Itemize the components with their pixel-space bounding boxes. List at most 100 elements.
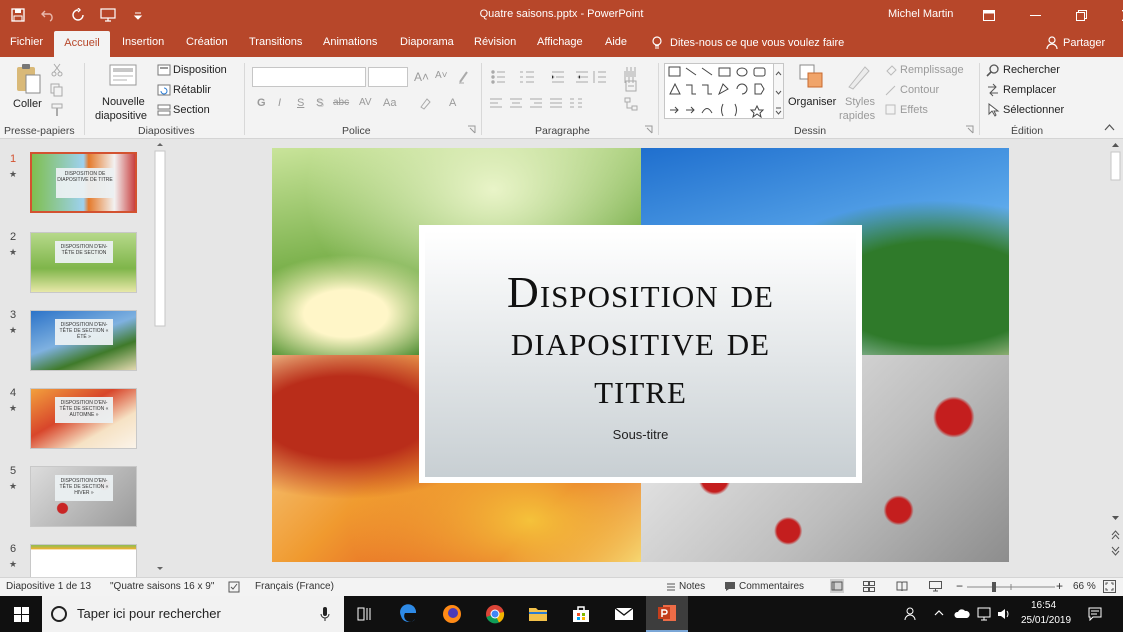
shape-effects-button[interactable]: Effets	[900, 104, 928, 116]
dialog-launcher-icon[interactable]	[965, 125, 974, 134]
tab-transitions[interactable]: Transitions	[249, 36, 302, 48]
tab-animations[interactable]: Animations	[323, 36, 377, 48]
start-button[interactable]	[0, 596, 42, 632]
change-case-button[interactable]: Aa	[383, 97, 396, 109]
reading-view-icon[interactable]	[896, 581, 908, 592]
arrange-button[interactable]: Organiser	[788, 61, 836, 123]
tab-diaporama[interactable]: Diaporama	[400, 36, 454, 48]
grow-font-icon[interactable]: A˄	[414, 70, 429, 84]
zoom-level[interactable]: 66 %	[1073, 581, 1096, 592]
task-view-button[interactable]	[344, 596, 386, 632]
replace-button[interactable]: Remplacer	[1003, 84, 1056, 96]
slide-canvas[interactable]: Disposition de diapositive de titre Sous…	[272, 148, 1009, 562]
shape-fill-button[interactable]: Remplissage	[900, 64, 964, 76]
minimize-icon[interactable]	[1012, 0, 1058, 31]
clock-date[interactable]: 25/01/2019	[1021, 615, 1071, 626]
language-indicator[interactable]: Français (France)	[255, 581, 334, 592]
clock-time[interactable]: 16:54	[1031, 600, 1056, 611]
zoom-in-button[interactable]: +	[1056, 579, 1063, 593]
italic-button[interactable]: I	[278, 97, 281, 109]
cut-icon[interactable]	[50, 63, 64, 77]
firefox-app[interactable]	[431, 596, 473, 632]
dialog-launcher-icon[interactable]	[467, 125, 476, 134]
gallery-scroll-icon[interactable]	[773, 63, 784, 119]
dialog-launcher-icon[interactable]	[644, 125, 653, 134]
shapes-gallery[interactable]	[664, 63, 784, 119]
share-button[interactable]: Partager	[1046, 36, 1105, 49]
paste-button[interactable]: Coller	[10, 61, 46, 121]
new-slide-button[interactable]: Nouvelle diapositive	[95, 61, 148, 123]
slide-sorter-icon[interactable]	[863, 581, 875, 592]
select-button[interactable]: Sélectionner	[1003, 104, 1064, 116]
format-painter-icon[interactable]	[50, 103, 64, 117]
notifications-icon[interactable]	[1088, 607, 1102, 621]
align-text-icon[interactable]	[624, 79, 638, 93]
chevron-up-icon[interactable]	[934, 609, 944, 617]
tab-accueil[interactable]: Accueil	[54, 31, 110, 57]
close-icon[interactable]	[1104, 0, 1123, 31]
list-buttons-icons[interactable]	[490, 69, 640, 85]
people-icon[interactable]	[903, 607, 917, 621]
slide-thumbnail-3[interactable]: DISPOSITION D'EN-TÊTE DE SECTION « ÉTÉ »	[30, 310, 137, 371]
reset-button[interactable]: Rétablir	[173, 84, 211, 96]
save-icon[interactable]	[10, 7, 26, 23]
shape-outline-button[interactable]: Contour	[900, 84, 939, 96]
copy-icon[interactable]	[50, 83, 64, 97]
fit-to-window-icon[interactable]	[1103, 580, 1116, 593]
clear-format-icon[interactable]	[457, 70, 471, 84]
underline-button[interactable]: S	[297, 97, 304, 109]
quick-styles-button[interactable]: Styles rapides	[836, 61, 882, 123]
normal-view-icon[interactable]	[830, 579, 844, 593]
undo-icon[interactable]	[40, 7, 56, 23]
section-button[interactable]: Section	[173, 104, 210, 116]
title-placeholder[interactable]: Disposition de diapositive de titre Sous…	[419, 225, 862, 483]
tab-insertion[interactable]: Insertion	[122, 36, 164, 48]
redo-icon[interactable]	[70, 7, 86, 23]
user-name[interactable]: Michel Martin	[888, 8, 953, 20]
tab-affichage[interactable]: Affichage	[537, 36, 583, 48]
highlight-icon[interactable]	[418, 97, 432, 111]
onedrive-icon[interactable]	[954, 608, 970, 619]
spelling-icon[interactable]	[228, 581, 240, 593]
smartart-icon[interactable]	[624, 97, 638, 111]
font-family-select[interactable]	[252, 67, 366, 87]
store-app[interactable]	[560, 596, 602, 632]
tab-aide[interactable]: Aide	[605, 36, 627, 48]
comments-button[interactable]: Commentaires	[739, 581, 804, 592]
char-spacing-button[interactable]: AV	[359, 97, 372, 108]
file-explorer-app[interactable]	[517, 596, 559, 632]
slide-thumbnail-6[interactable]	[30, 544, 137, 580]
shadow-button[interactable]: S	[316, 97, 323, 109]
layout-button[interactable]: Disposition	[173, 64, 227, 76]
tab-revision[interactable]: Révision	[474, 36, 516, 48]
slide-subtitle[interactable]: Sous-titre	[425, 427, 856, 442]
find-button[interactable]: Rechercher	[1003, 64, 1060, 76]
notes-button[interactable]: Notes	[679, 581, 705, 592]
customize-qat-icon[interactable]	[130, 7, 146, 23]
text-direction-icon[interactable]	[624, 65, 638, 79]
bold-button[interactable]: G	[257, 97, 266, 109]
shrink-font-icon[interactable]: A˅	[435, 70, 448, 81]
microphone-icon[interactable]	[320, 606, 330, 622]
restore-icon[interactable]	[1058, 0, 1104, 31]
ribbon-display-icon[interactable]	[966, 0, 1012, 31]
zoom-out-button[interactable]: −	[956, 579, 963, 593]
slideshow-start-icon[interactable]	[100, 7, 116, 23]
slide-thumbnail-1[interactable]: DISPOSITION DE DIAPOSITIVE DE TITRE	[30, 152, 137, 213]
edge-app[interactable]	[388, 596, 430, 632]
slide-scrollbar[interactable]	[1108, 139, 1123, 577]
collapse-ribbon-icon[interactable]	[1104, 123, 1115, 132]
zoom-slider[interactable]	[967, 581, 1055, 593]
slide-title[interactable]: Disposition de diapositive de titre	[425, 269, 856, 413]
tab-fichier[interactable]: Fichier	[10, 36, 43, 48]
mail-app[interactable]	[603, 596, 645, 632]
chrome-app[interactable]	[474, 596, 516, 632]
slideshow-view-icon[interactable]	[929, 581, 942, 592]
volume-icon[interactable]	[997, 607, 1011, 621]
slide-thumbnail-4[interactable]: DISPOSITION D'EN-TÊTE DE SECTION « AUTOM…	[30, 388, 137, 449]
powerpoint-app[interactable]	[646, 596, 688, 632]
network-icon[interactable]	[977, 607, 991, 621]
taskbar-search-box[interactable]: Taper ici pour rechercher	[42, 596, 344, 632]
slide-thumbnail-2[interactable]: DISPOSITION D'EN-TÊTE DE SECTION	[30, 232, 137, 293]
tell-me-box[interactable]: Dites-nous ce que vous voulez faire	[652, 36, 844, 50]
